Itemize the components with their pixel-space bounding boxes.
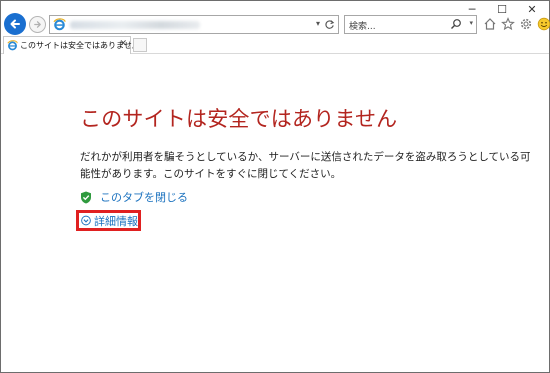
search-dropdown-icon[interactable]: ▾ — [469, 19, 473, 27]
search-input[interactable]: 検索... ▾ — [344, 15, 477, 34]
back-button[interactable] — [4, 13, 26, 35]
tools-button[interactable] — [518, 16, 534, 32]
new-tab-button[interactable] — [133, 38, 147, 52]
star-icon — [501, 17, 515, 31]
ie-icon — [53, 18, 66, 31]
navigation-bar: ▾ 検索... ▾ — [1, 13, 550, 35]
ie-icon — [7, 40, 18, 51]
page-description: だれかが利用者を騙そうとしているか、サーバーに送信されたデータを盗み取ろうとして… — [80, 151, 531, 180]
tab-close-icon[interactable]: ✕ — [119, 39, 127, 49]
smiley-icon — [537, 17, 550, 31]
search-placeholder: 検索... — [349, 22, 376, 32]
page-content: このサイトは安全ではありません だれかが利用者を騙そうとしているか、サーバーに送… — [1, 55, 549, 372]
toolbar-icons — [482, 16, 550, 32]
gear-icon — [520, 18, 532, 30]
forward-arrow-icon — [34, 21, 41, 28]
search-icon[interactable] — [450, 18, 462, 30]
close-tab-label: このタブを閉じる — [100, 191, 188, 204]
address-bar[interactable]: ▾ — [49, 15, 339, 34]
feedback-button[interactable] — [536, 16, 550, 32]
forward-button[interactable] — [29, 16, 46, 33]
tab-bar: このサイトは安全ではありません ✕ — [1, 36, 549, 54]
refresh-icon[interactable] — [324, 19, 335, 30]
browser-window: ─ ☐ ✕ ▾ 検索... ▾ このサイトは安全ではありません ✕ このサイトは… — [0, 0, 550, 373]
close-tab-link[interactable]: このタブを閉じる — [80, 190, 188, 204]
shield-icon — [81, 191, 91, 203]
page-title: このサイトは安全ではありません — [80, 107, 398, 131]
more-info-link[interactable]: 詳細情報 — [76, 210, 141, 231]
address-url-blurred — [70, 21, 200, 29]
chevron-down-icon — [81, 215, 91, 226]
back-arrow-icon — [10, 19, 20, 29]
tab-current[interactable]: このサイトは安全ではありません ✕ — [3, 36, 140, 54]
more-info-label: 詳細情報 — [94, 214, 138, 228]
home-icon — [484, 18, 496, 30]
address-dropdown-icon[interactable]: ▾ — [316, 19, 320, 28]
favorites-button[interactable] — [500, 16, 516, 32]
home-button[interactable] — [482, 16, 498, 32]
